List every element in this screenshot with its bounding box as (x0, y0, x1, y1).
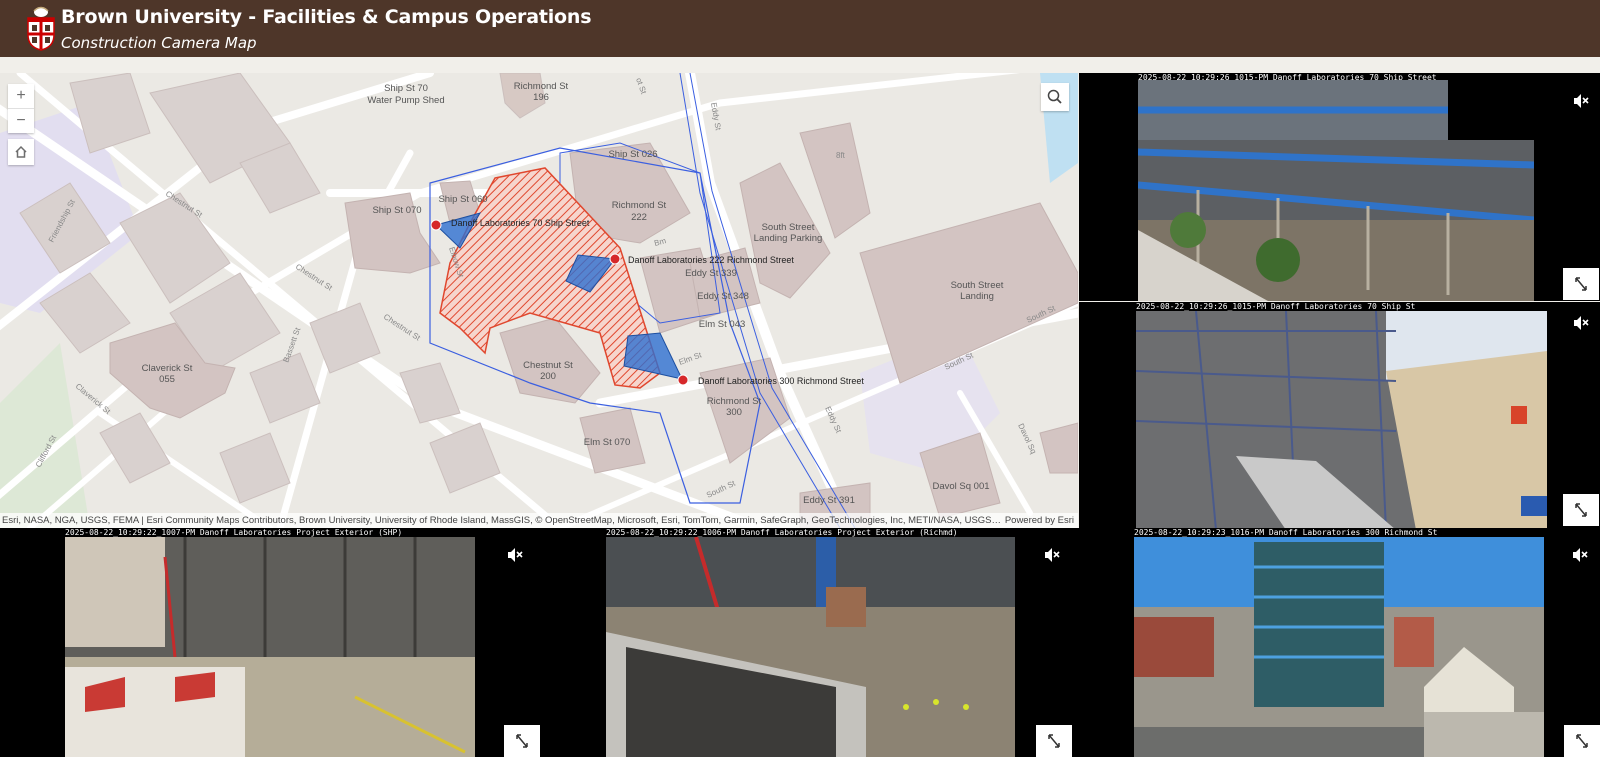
fullscreen-button[interactable] (1563, 494, 1599, 526)
building-label: South Street (951, 280, 1004, 291)
powered-by-esri[interactable]: Powered by Esri (1005, 513, 1074, 528)
camera-label-222-richmond: Danoff Laboratories 222 Richmond Street (628, 255, 794, 265)
muted-speaker-icon[interactable] (1570, 546, 1590, 564)
expand-icon (1575, 277, 1587, 291)
building-label: Water Pump Shed (367, 95, 444, 106)
camera-point-300-richmond (677, 374, 689, 386)
camera-timestamp: 2025-08-22_10:29:22_1007-PM Danoff Labor… (65, 528, 403, 537)
building-label: Richmond St (707, 396, 762, 407)
muted-speaker-icon[interactable] (1571, 314, 1591, 332)
camera-timestamp: 2025-08-22_10:29:22_1006-PM Danoff Labor… (606, 528, 958, 537)
camera-point-70-ship (430, 219, 442, 231)
camera-timestamp: 2025-08-22_10:29:23_1016-PM Danoff Labor… (1134, 528, 1438, 537)
camera-feed-image (1134, 537, 1544, 757)
building-label: Claverick St (142, 363, 193, 374)
brown-university-shield-logo (27, 6, 55, 51)
camera-timestamp: 2025-08-22_10:29:26_1015-PM Danoff Labor… (1136, 302, 1416, 311)
building-label: South Street (762, 222, 815, 233)
camera-panel-5[interactable]: 2025-08-22_10:29:23_1016-PM Danoff Labor… (1080, 528, 1600, 757)
zoom-in-button[interactable]: + (8, 84, 34, 109)
camera-panel-3[interactable]: 2025-08-22_10:29:22_1007-PM Danoff Labor… (0, 528, 540, 757)
home-button[interactable] (8, 139, 34, 165)
building-label: Landing (960, 291, 994, 302)
page-subtitle: Construction Camera Map (61, 34, 257, 52)
building-label: 8ft (836, 151, 846, 160)
building-label: 222 (631, 212, 647, 223)
building-label: Elm St 070 (584, 437, 630, 448)
building-label: Richmond St (514, 81, 569, 92)
camera-feed-image (606, 537, 1015, 757)
building-label: Ship St 70 (384, 83, 428, 94)
building-label: Ship St 060 (438, 194, 487, 205)
building-label: Eddy St 339 (685, 268, 737, 279)
building-label: 300 (726, 407, 742, 418)
camera-panel-2[interactable]: 2025-08-22_10:29:26_1015-PM Danoff Labor… (1079, 302, 1600, 530)
building-label: Eddy St 348 (697, 291, 749, 302)
fullscreen-button[interactable] (1563, 268, 1599, 300)
building-label: 196 (533, 92, 549, 103)
expand-icon (1575, 503, 1587, 517)
camera-label-70-ship: Danoff Laboratories 70 Ship Street (451, 218, 590, 228)
search-icon (1047, 89, 1062, 104)
building-label: Eddy St 391 (803, 495, 855, 506)
fullscreen-button[interactable] (504, 725, 540, 757)
fullscreen-button[interactable] (1564, 725, 1600, 757)
muted-speaker-icon[interactable] (505, 546, 525, 564)
search-button[interactable] (1041, 83, 1069, 111)
map-canvas[interactable]: Danoff Laboratories 70 Ship Street Danof… (0, 73, 1078, 528)
attribution-text[interactable]: Esri, NASA, NGA, USGS, FEMA | Esri Commu… (2, 513, 1002, 528)
building-label: Davol Sq 001 (932, 481, 989, 492)
home-icon (15, 145, 27, 158)
construction-map[interactable]: Danoff Laboratories 70 Ship Street Danof… (0, 73, 1078, 528)
camera-panel-4[interactable]: 2025-08-22_10:29:22_1006-PM Danoff Labor… (540, 528, 1080, 757)
building-label: 200 (540, 371, 556, 382)
camera-panel-1[interactable]: 2025-08-22_10:29:26_1015-PM Danoff Labor… (1079, 73, 1600, 301)
header-divider (0, 57, 1600, 73)
building-label: Ship St 070 (372, 205, 421, 216)
expand-icon (516, 734, 528, 748)
fullscreen-button[interactable] (1036, 725, 1072, 757)
camera-point-222-richmond (609, 253, 621, 265)
camera-feed-image (1138, 80, 1534, 301)
camera-feed-image (1136, 311, 1547, 530)
building-label: Elm St 043 (699, 319, 745, 330)
building-label: Landing Parking (754, 233, 823, 244)
building-label: Richmond St (612, 200, 667, 211)
building-label: 055 (159, 374, 175, 385)
zoom-control: + − (8, 84, 34, 133)
muted-speaker-icon[interactable] (1042, 546, 1062, 564)
camera-label-300-richmond: Danoff Laboratories 300 Richmond Street (698, 376, 864, 386)
muted-speaker-icon[interactable] (1571, 92, 1591, 110)
page-title: Brown University - Facilities & Campus O… (61, 6, 592, 28)
expand-icon (1048, 734, 1060, 748)
app-header: Brown University - Facilities & Campus O… (0, 0, 1600, 57)
building-label: Ship St 026 (608, 149, 657, 160)
building-label: Chestnut St (523, 360, 573, 371)
expand-icon (1576, 734, 1588, 748)
map-attribution: Esri, NASA, NGA, USGS, FEMA | Esri Commu… (0, 513, 1078, 528)
zoom-out-button[interactable]: − (8, 109, 34, 133)
camera-feed-image (65, 537, 475, 757)
